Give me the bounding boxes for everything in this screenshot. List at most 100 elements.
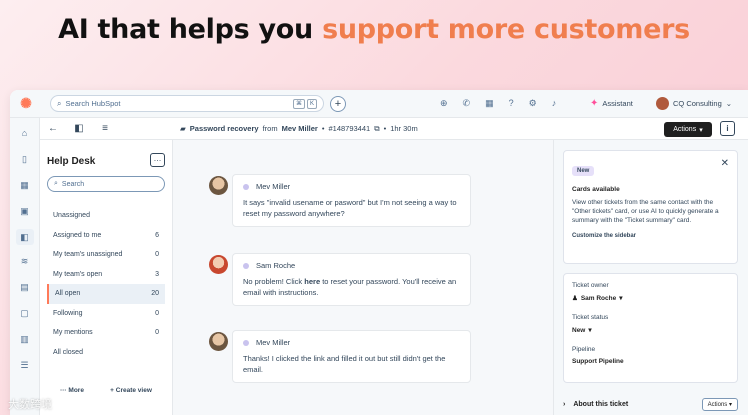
- ticket-duration: 1hr 30m: [390, 124, 418, 133]
- reports-icon[interactable]: ▥: [18, 333, 32, 345]
- home-icon[interactable]: ⌂: [18, 127, 32, 139]
- hubspot-logo-icon[interactable]: ✺: [18, 95, 34, 112]
- view-label: Assigned to me: [53, 231, 102, 239]
- copy-icon[interactable]: ⧉: [374, 124, 379, 134]
- content-icon[interactable]: ▤: [18, 281, 32, 293]
- kbd-k: K: [306, 98, 317, 109]
- actions-button[interactable]: Actions ▾: [664, 122, 712, 137]
- calling-icon[interactable]: ✆: [463, 98, 471, 109]
- contacts-icon[interactable]: ▣: [18, 205, 32, 217]
- user-icon: ♟: [572, 295, 578, 302]
- global-search-input[interactable]: ⌕ Search HubSpot ⌘ K: [50, 95, 324, 112]
- view-label: My mentions: [53, 329, 93, 337]
- watermark-logo: 大数跨境: [8, 396, 52, 412]
- message-author: Mev Miller: [243, 338, 460, 347]
- avatar: [656, 97, 669, 110]
- message-text: It says "invalid usename or pasword" but…: [243, 198, 457, 218]
- avatar: [209, 255, 228, 274]
- left-nav-rail: ⌂ ▯ ▦ ▣ ◧ ≋ ▤ ▢ ▥ ☰: [10, 118, 40, 415]
- layers-icon[interactable]: ≋: [18, 255, 32, 267]
- view-item-assigned-to-me[interactable]: Assigned to me 6: [47, 226, 165, 246]
- customize-sidebar-link[interactable]: Customize the sidebar: [572, 233, 729, 239]
- help-desk-title: Help Desk: [47, 156, 96, 167]
- search-icon: ⌕: [54, 180, 58, 187]
- from-label: from: [262, 124, 278, 133]
- more-views-button[interactable]: ··· More: [60, 387, 84, 394]
- menu-icon[interactable]: ≡: [92, 123, 118, 134]
- bookmark-icon[interactable]: ▯: [18, 153, 32, 165]
- view-label: All closed: [53, 348, 83, 356]
- ticket-contact[interactable]: Mev Miller: [282, 124, 318, 133]
- top-bar: ✺ ⌕ Search HubSpot ⌘ K + ⊕ ✆ ▦ ? ⚙ ♪ ✦ A…: [10, 90, 748, 118]
- ticket-status-label: Ticket status: [572, 314, 609, 321]
- top-utility-icons: ⊕ ✆ ▦ ? ⚙ ♪: [440, 98, 556, 109]
- about-ticket-label: About this ticket: [573, 401, 629, 408]
- help-desk-sidebar: Help Desk … ⌕ Search Unassigned Assigned…: [40, 140, 173, 415]
- message-bubble: Mev Miller Thanks! I clicked the link an…: [232, 330, 471, 383]
- view-item-all-open[interactable]: All open 20: [47, 284, 165, 304]
- view-count: 0: [155, 329, 159, 337]
- close-icon[interactable]: ✕: [721, 158, 729, 169]
- data-icon[interactable]: ☰: [18, 359, 32, 371]
- grid-icon[interactable]: ▦: [18, 179, 32, 191]
- back-arrow-icon[interactable]: ←: [40, 123, 66, 134]
- status-dot-icon: [243, 339, 249, 346]
- help-icon[interactable]: ?: [509, 98, 514, 109]
- pipeline-value-wrap: Support Pipeline: [572, 358, 729, 365]
- reset-password-link[interactable]: here: [304, 277, 320, 286]
- account-name: CQ Consulting: [673, 99, 722, 108]
- cards-available-card: New ✕ Cards available View other tickets…: [563, 150, 738, 264]
- marketplace-icon[interactable]: ▦: [485, 98, 494, 109]
- view-item-unassigned[interactable]: Unassigned: [47, 206, 165, 226]
- view-item-all-closed[interactable]: All closed: [47, 343, 165, 363]
- view-item-team-unassigned[interactable]: My team's unassigned 0: [47, 245, 165, 265]
- avatar: [209, 176, 228, 195]
- ticket-owner-select[interactable]: ♟ Sam Roche ▾: [572, 294, 729, 303]
- create-new-button[interactable]: +: [330, 95, 346, 112]
- view-count: 3: [155, 270, 159, 278]
- kbd-cmd: ⌘: [292, 98, 305, 109]
- view-label: My team's unassigned: [53, 251, 123, 259]
- actions-label: Actions: [673, 126, 697, 133]
- assistant-label: Assistant: [602, 99, 633, 108]
- headline: AI that helps you support more customers: [0, 14, 748, 45]
- ticket-status-select[interactable]: New ▾: [572, 326, 729, 335]
- separator: •: [321, 124, 325, 133]
- assistant-button[interactable]: ✦ Assistant: [590, 98, 633, 109]
- commerce-icon[interactable]: ▢: [18, 307, 32, 319]
- conversation-thread: Mev Miller It says "invalid usename or p…: [173, 140, 553, 415]
- megaphone-icon[interactable]: ◧: [15, 229, 34, 245]
- upgrade-icon[interactable]: ⊕: [440, 98, 448, 109]
- view-label: Following: [53, 309, 83, 317]
- about-actions-button[interactable]: Actions ▾: [701, 398, 738, 411]
- view-item-team-open[interactable]: My team's open 3: [47, 265, 165, 285]
- more-options-button[interactable]: …: [150, 153, 165, 167]
- pipeline-label: Pipeline: [572, 346, 596, 353]
- settings-gear-icon[interactable]: ⚙: [529, 98, 537, 109]
- ticket-id: #148793441: [328, 124, 371, 133]
- notifications-bell-icon[interactable]: ♪: [552, 98, 557, 109]
- ticket-title: ▰ Password recovery from Mev Miller • #1…: [180, 124, 418, 134]
- message-author: Mev Miller: [243, 182, 460, 191]
- panel-toggle-icon[interactable]: ◧: [66, 123, 92, 134]
- ticket-header: ← ◧ ≡ ▰ Password recovery from Mev Mille…: [40, 118, 748, 140]
- view-list: Unassigned Assigned to me 6 My team's una…: [47, 206, 165, 362]
- caret-down-icon: ▾: [619, 295, 623, 302]
- card-text: View other tickets from the same contact…: [572, 199, 719, 224]
- ticket-owner-value: Sam Roche: [580, 294, 617, 302]
- view-item-my-mentions[interactable]: My mentions 0: [47, 323, 165, 343]
- info-icon[interactable]: i: [720, 121, 735, 136]
- ticket-icon: ▰: [180, 124, 186, 133]
- view-item-following[interactable]: Following 0: [47, 304, 165, 324]
- headline-text: AI that helps you: [58, 14, 323, 45]
- account-menu[interactable]: CQ Consulting ⌄: [656, 97, 732, 110]
- author-name: Mev Miller: [256, 182, 291, 191]
- create-view-button[interactable]: + Create view: [110, 387, 152, 394]
- about-ticket-section[interactable]: › About this ticket Actions ▾: [563, 398, 738, 411]
- ticket-status-value: New: [572, 326, 586, 334]
- help-desk-search-input[interactable]: ⌕ Search: [47, 176, 165, 192]
- view-count: 6: [155, 231, 159, 239]
- message-author: Sam Roche: [243, 261, 460, 270]
- view-count: 20: [151, 290, 159, 298]
- search-placeholder: Search HubSpot: [65, 99, 121, 108]
